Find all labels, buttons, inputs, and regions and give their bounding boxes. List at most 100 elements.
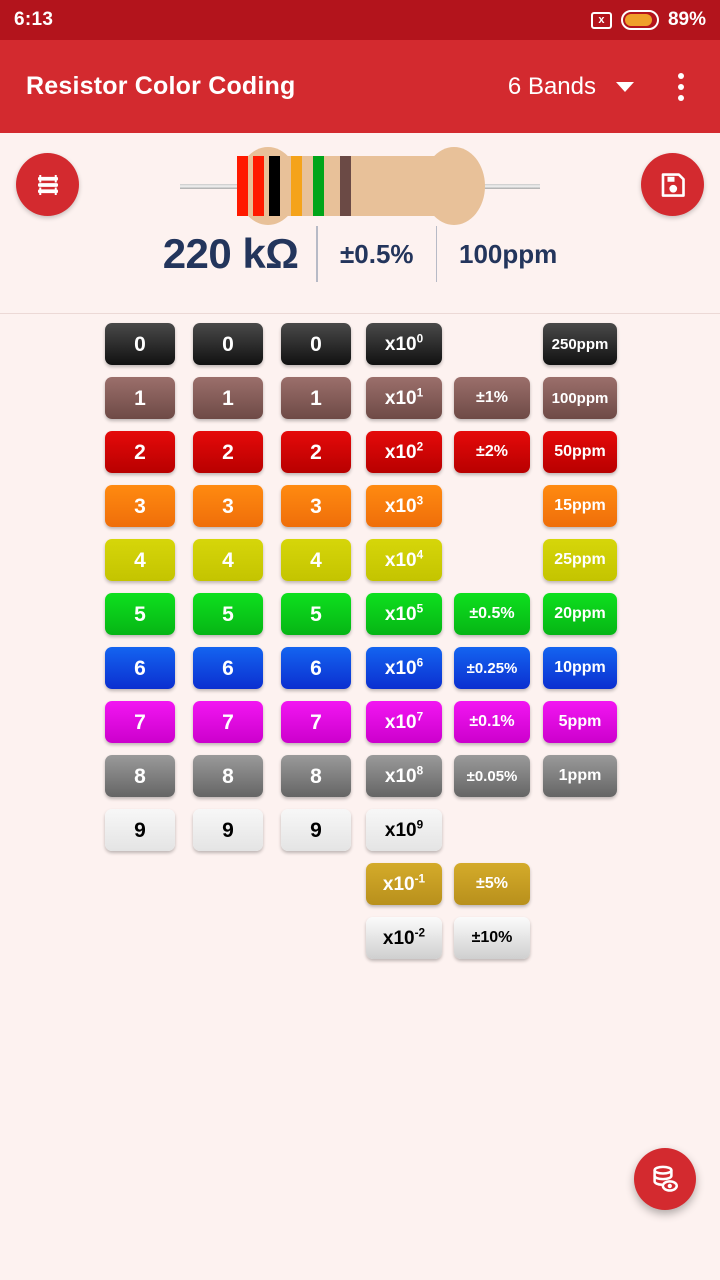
- digit1-button-grey[interactable]: 8: [105, 755, 175, 797]
- digit1-button-label: 3: [134, 494, 146, 518]
- digit1-button-label: 5: [134, 602, 146, 626]
- digit3-button-orange[interactable]: 3: [281, 485, 351, 527]
- tempco-button-violet[interactable]: 5ppm: [543, 701, 617, 743]
- tempco-button-grey[interactable]: 1ppm: [543, 755, 617, 797]
- multiplier-button-yellow[interactable]: x104: [366, 539, 442, 581]
- tempco-button-label: 10ppm: [554, 659, 606, 676]
- digit1-button-brown[interactable]: 1: [105, 377, 175, 419]
- band-count-dropdown[interactable]: 6 Bands: [508, 73, 640, 101]
- tolerance-button-label: ±0.1%: [469, 713, 515, 730]
- tempco-button-brown[interactable]: 100ppm: [543, 377, 617, 419]
- tempco-button-red[interactable]: 50ppm: [543, 431, 617, 473]
- digit3-button-white[interactable]: 9: [281, 809, 351, 851]
- digit1-button-green[interactable]: 5: [105, 593, 175, 635]
- multiplier-button-green[interactable]: x105: [366, 593, 442, 635]
- save-round-button[interactable]: [641, 153, 704, 216]
- multiplier-button-gold[interactable]: x10-1: [366, 863, 442, 905]
- tolerance-button-red[interactable]: ±2%: [454, 431, 530, 473]
- tolerance-button-blue[interactable]: ±0.25%: [454, 647, 530, 689]
- digit3-button-blue[interactable]: 6: [281, 647, 351, 689]
- resistor-band-3-black: [269, 156, 280, 216]
- app-bar: Resistor Color Coding 6 Bands: [0, 40, 720, 133]
- multiplier-button-label: x104: [384, 548, 424, 571]
- digit3-button-label: 6: [310, 656, 322, 680]
- multiplier-exponent: 9: [416, 818, 424, 832]
- digit1-button-white[interactable]: 9: [105, 809, 175, 851]
- tempco-value: 100ppm: [459, 238, 558, 269]
- multiplier-button-silver[interactable]: x10-2: [366, 917, 442, 959]
- menu-round-button[interactable]: [16, 153, 79, 216]
- tolerance-button-brown[interactable]: ±1%: [454, 377, 530, 419]
- status-bar: 6:13 x 89%: [0, 0, 720, 40]
- overflow-menu-button[interactable]: [658, 64, 704, 110]
- digit2-button-grey[interactable]: 8: [193, 755, 263, 797]
- digit1-button-blue[interactable]: 6: [105, 647, 175, 689]
- resistor-band-5-green: [313, 156, 324, 216]
- digit2-button-red[interactable]: 2: [193, 431, 263, 473]
- digit3-button-yellow[interactable]: 4: [281, 539, 351, 581]
- multiplier-button-black[interactable]: x100: [366, 323, 442, 365]
- tolerance-button-green[interactable]: ±0.5%: [454, 593, 530, 635]
- no-sim-icon: x: [590, 11, 612, 29]
- tempco-button-orange[interactable]: 15ppm: [543, 485, 617, 527]
- digit2-button-blue[interactable]: 6: [193, 647, 263, 689]
- digit3-button-brown[interactable]: 1: [281, 377, 351, 419]
- digit3-button-black[interactable]: 0: [281, 323, 351, 365]
- resistor-preview-panel: 220 kΩ ±0.5% 100ppm: [0, 133, 720, 314]
- resistor-graphic: [180, 147, 540, 225]
- digit1-button-yellow[interactable]: 4: [105, 539, 175, 581]
- digit2-button-label: 8: [222, 764, 234, 788]
- digit3-button-label: 4: [310, 548, 322, 572]
- digit3-button-violet[interactable]: 7: [281, 701, 351, 743]
- multiplier-button-orange[interactable]: x103: [366, 485, 442, 527]
- digit2-button-brown[interactable]: 1: [193, 377, 263, 419]
- multiplier-button-grey[interactable]: x108: [366, 755, 442, 797]
- multiplier-button-label: x10-1: [382, 872, 426, 895]
- tolerance-button-gold[interactable]: ±5%: [454, 863, 530, 905]
- multiplier-button-red[interactable]: x102: [366, 431, 442, 473]
- digit2-button-black[interactable]: 0: [193, 323, 263, 365]
- tolerance-button-silver[interactable]: ±10%: [454, 917, 530, 959]
- tempco-button-black[interactable]: 250ppm: [543, 323, 617, 365]
- digit2-button-orange[interactable]: 3: [193, 485, 263, 527]
- digit1-button-red[interactable]: 2: [105, 431, 175, 473]
- multiplier-button-violet[interactable]: x107: [366, 701, 442, 743]
- tempco-button-label: 250ppm: [551, 335, 609, 353]
- digit2-button-violet[interactable]: 7: [193, 701, 263, 743]
- digit1-button-orange[interactable]: 3: [105, 485, 175, 527]
- digit2-button-white[interactable]: 9: [193, 809, 263, 851]
- tempco-button-blue[interactable]: 10ppm: [543, 647, 617, 689]
- tolerance-button-grey[interactable]: ±0.05%: [454, 755, 530, 797]
- digit2-button-label: 9: [222, 818, 234, 842]
- digit3-button-label: 5: [310, 602, 322, 626]
- digit2-button-green[interactable]: 5: [193, 593, 263, 635]
- digit3-button-label: 1: [310, 386, 322, 410]
- digit2-button-label: 2: [222, 440, 234, 464]
- saved-resistors-fab[interactable]: [634, 1148, 696, 1210]
- multiplier-button-label: x107: [384, 710, 424, 733]
- tolerance-button-violet[interactable]: ±0.1%: [454, 701, 530, 743]
- digit1-button-black[interactable]: 0: [105, 323, 175, 365]
- multiplier-exponent: -2: [414, 926, 426, 940]
- multiplier-button-blue[interactable]: x106: [366, 647, 442, 689]
- digit2-button-label: 0: [222, 332, 234, 356]
- multiplier-button-brown[interactable]: x101: [366, 377, 442, 419]
- resistor-value-readout: 220 kΩ ±0.5% 100ppm: [0, 226, 720, 282]
- tempco-button-green[interactable]: 20ppm: [543, 593, 617, 635]
- digit3-button-green[interactable]: 5: [281, 593, 351, 635]
- digit2-button-yellow[interactable]: 4: [193, 539, 263, 581]
- multiplier-exponent: 3: [416, 494, 424, 508]
- tolerance-button-label: ±0.05%: [466, 767, 518, 785]
- tempco-button-label: 1ppm: [558, 767, 602, 784]
- digit3-button-red[interactable]: 2: [281, 431, 351, 473]
- tolerance-button-label: ±2%: [476, 443, 508, 460]
- tempco-button-yellow[interactable]: 25ppm: [543, 539, 617, 581]
- color-code-button-grid: 0 0 0 x100 250ppm 1 1 1 x101 ±1% 100ppm 2 2 2 x102 ±2% 5…: [0, 314, 720, 1234]
- digit2-button-label: 5: [222, 602, 234, 626]
- band-count-label: 6 Bands: [507, 72, 596, 100]
- multiplier-button-label: x109: [384, 818, 424, 841]
- digit1-button-violet[interactable]: 7: [105, 701, 175, 743]
- digit3-button-grey[interactable]: 8: [281, 755, 351, 797]
- digit3-button-label: 8: [310, 764, 322, 788]
- multiplier-button-white[interactable]: x109: [366, 809, 442, 851]
